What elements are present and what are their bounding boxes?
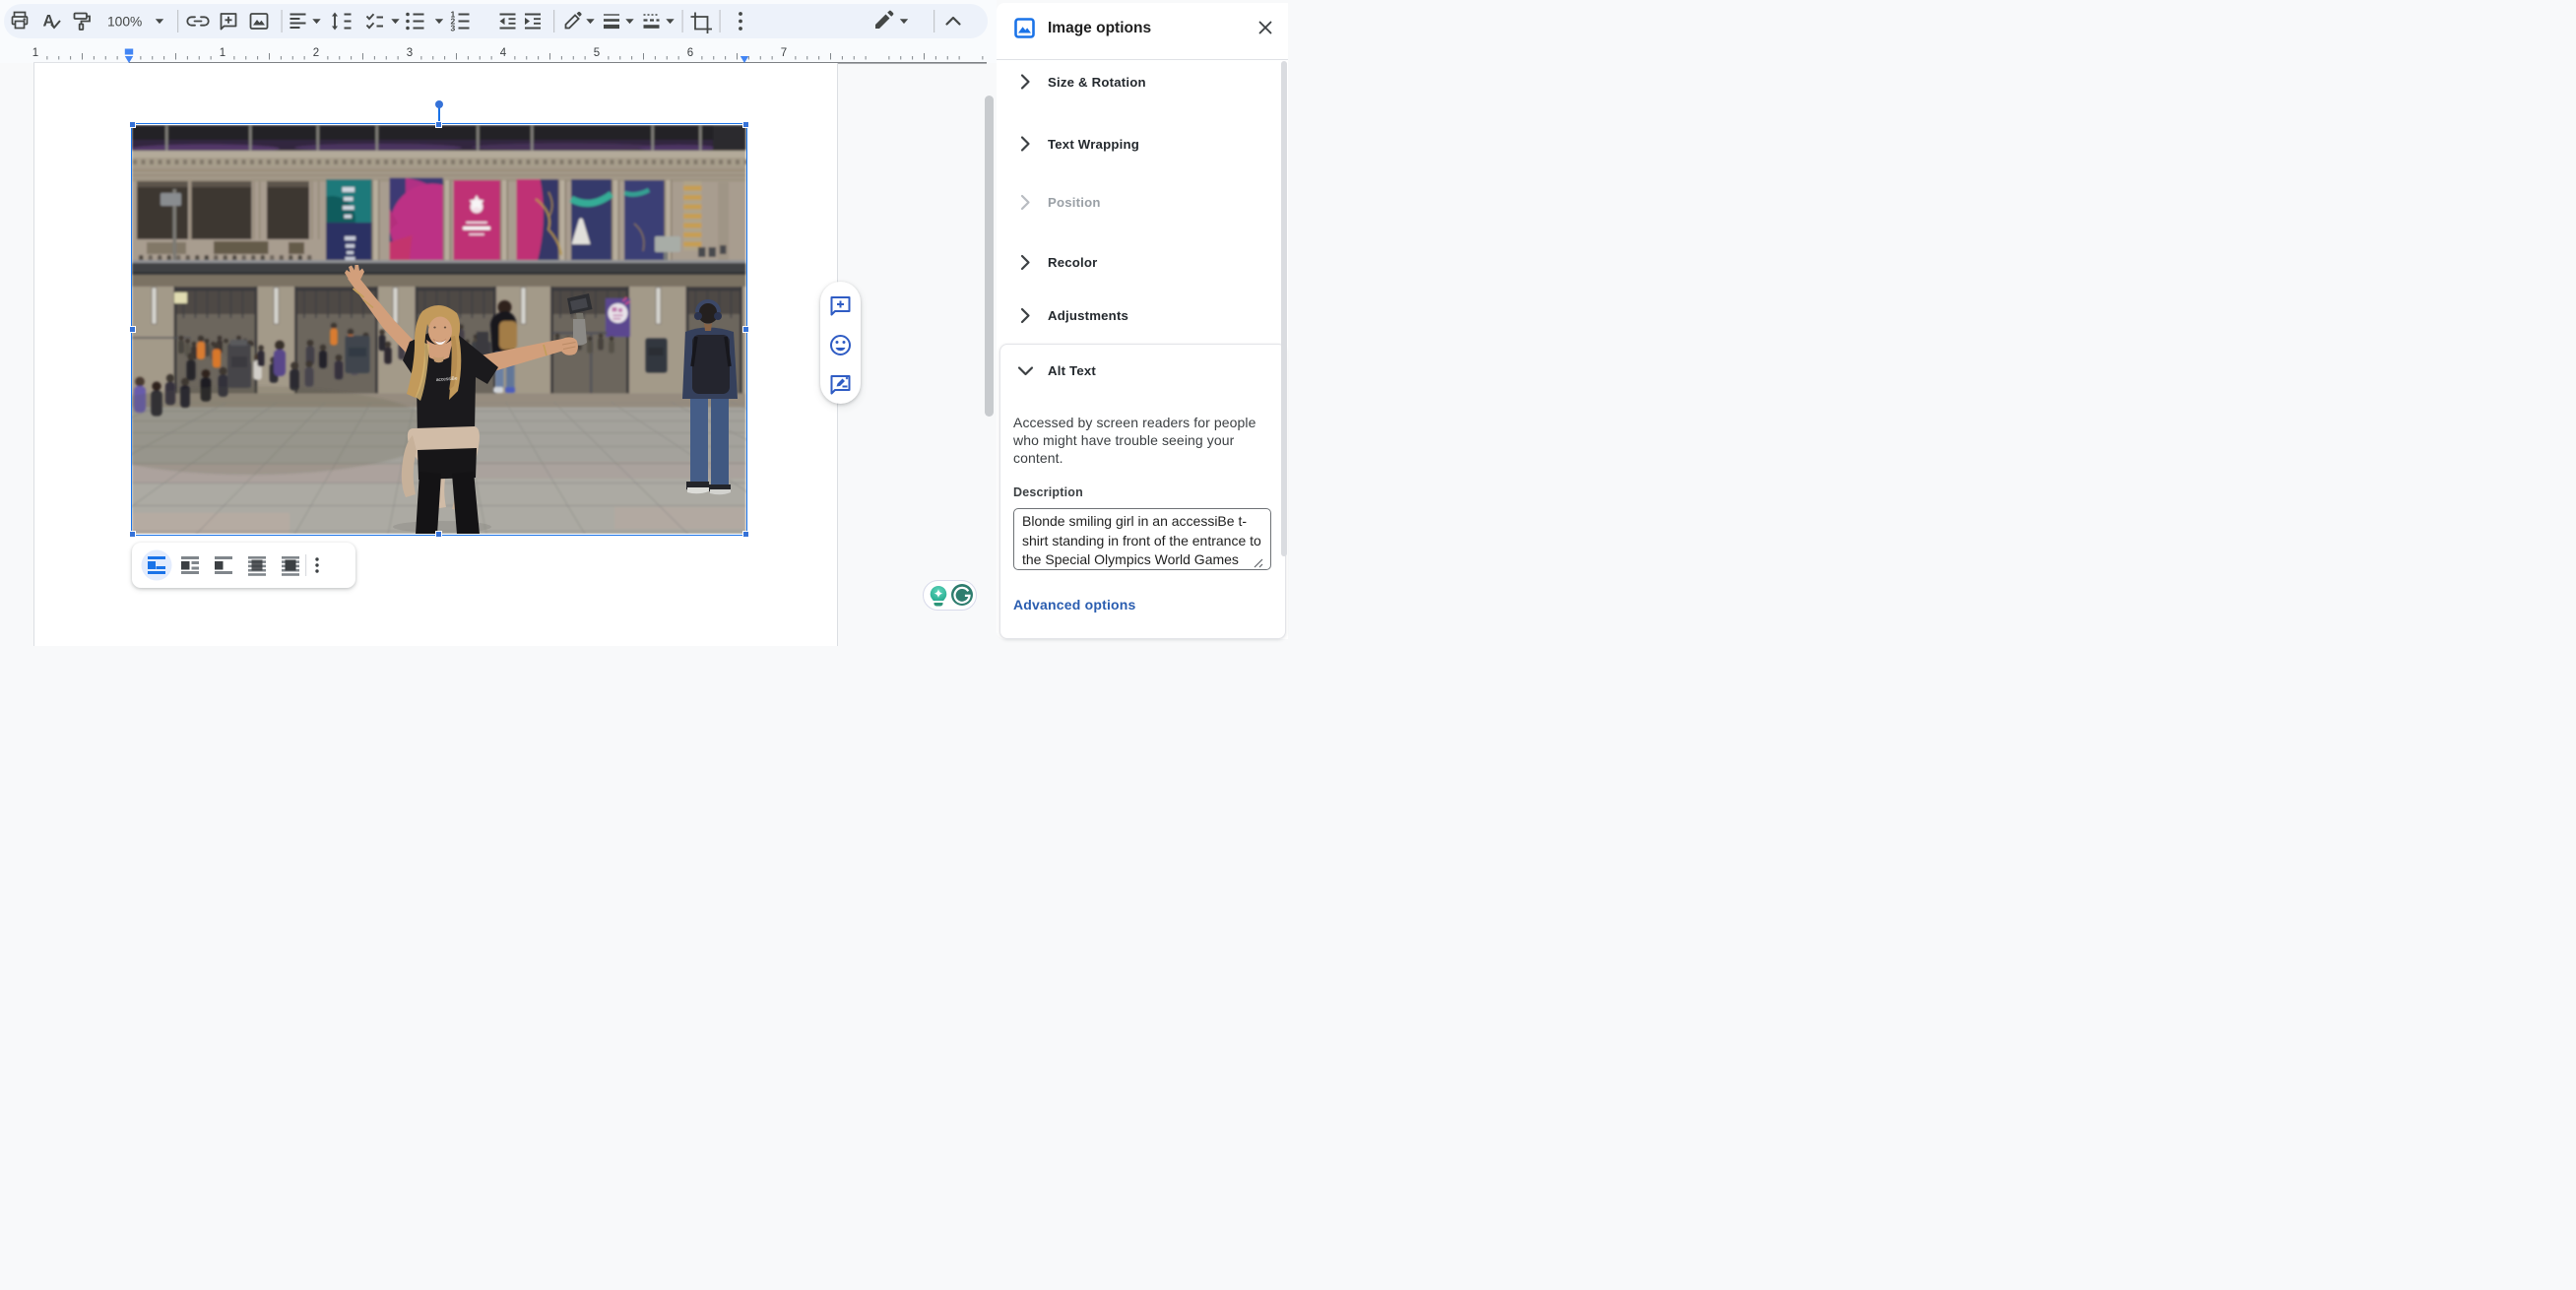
svg-text:4: 4 bbox=[500, 47, 507, 59]
svg-text:2: 2 bbox=[313, 47, 319, 59]
svg-text:5: 5 bbox=[594, 47, 600, 59]
svg-text:100%: 100% bbox=[107, 15, 142, 30]
svg-text:1: 1 bbox=[32, 47, 38, 59]
svg-text:3: 3 bbox=[407, 47, 413, 59]
svg-text:6: 6 bbox=[687, 47, 693, 59]
svg-text:3: 3 bbox=[451, 24, 456, 33]
svg-text:1: 1 bbox=[220, 47, 225, 59]
svg-text:7: 7 bbox=[781, 47, 787, 59]
